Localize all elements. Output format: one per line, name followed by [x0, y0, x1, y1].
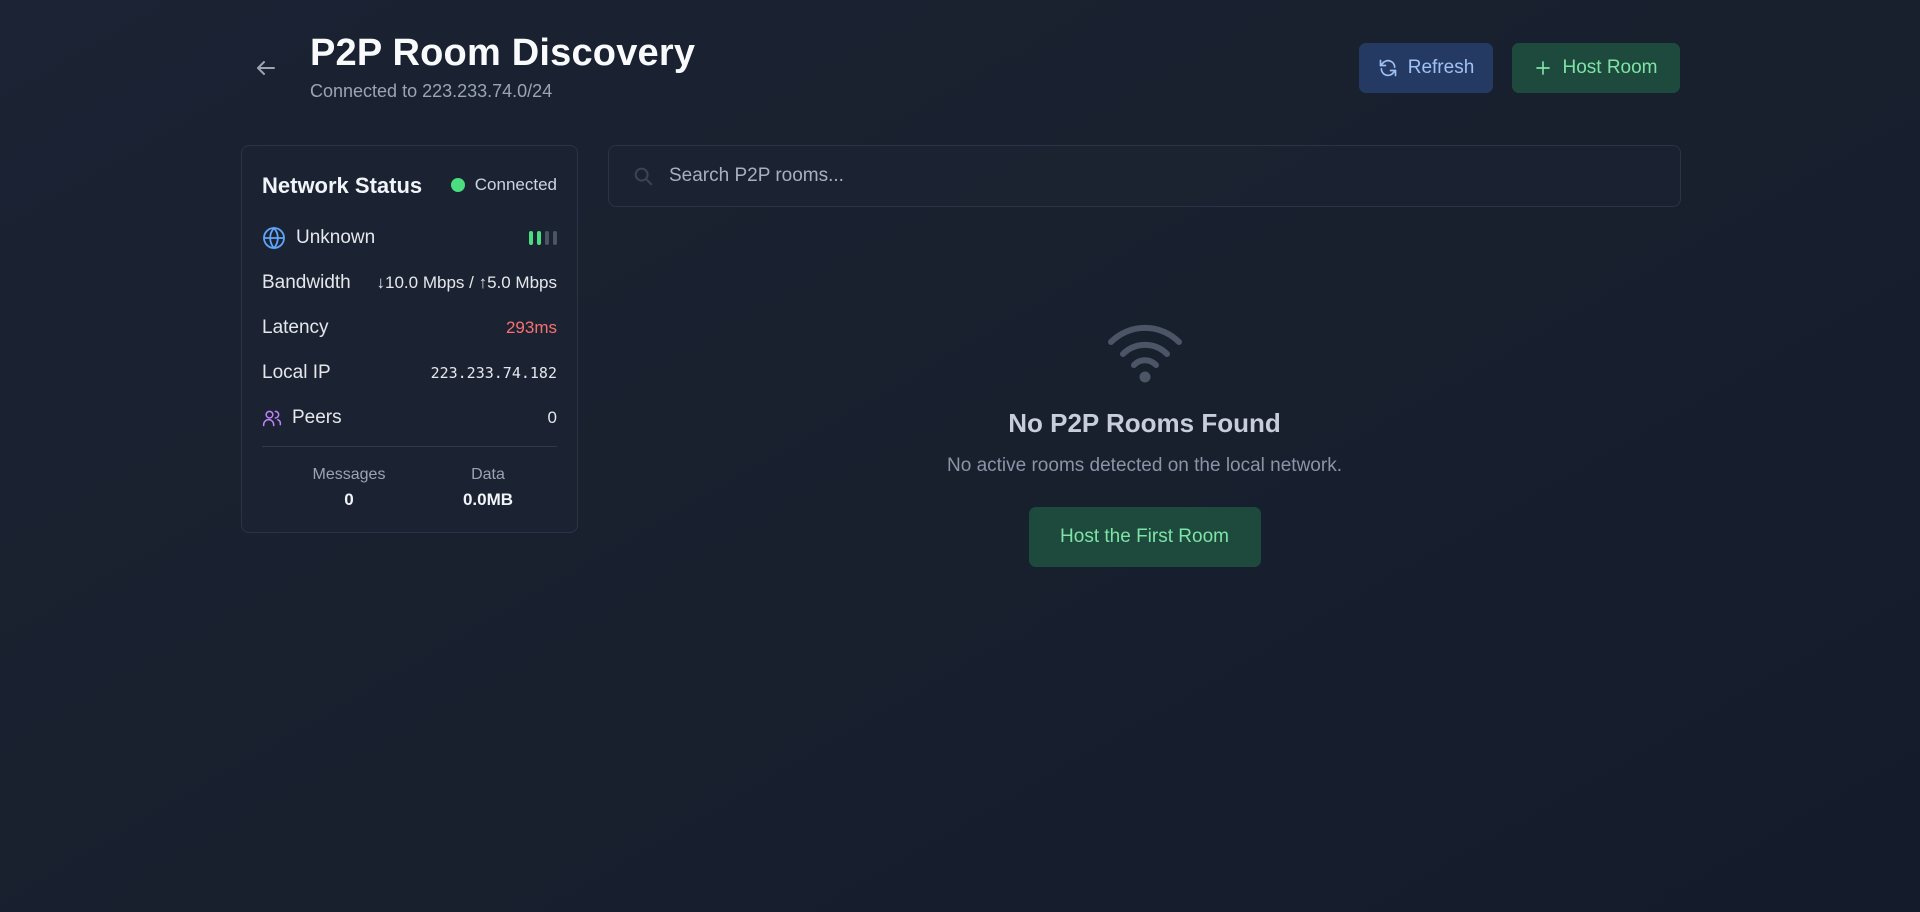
empty-state-title: No P2P Rooms Found [1008, 408, 1281, 438]
messages-label: Messages [312, 466, 386, 483]
network-type: Unknown [296, 227, 376, 248]
refresh-button-label: Refresh [1407, 57, 1475, 78]
back-button[interactable] [246, 50, 286, 86]
host-room-button-label: Host Room [1562, 57, 1658, 78]
search-icon [629, 162, 657, 190]
signal-bar [529, 231, 533, 245]
search-input[interactable] [669, 165, 1680, 187]
card-divider [262, 446, 557, 447]
refresh-button[interactable]: Refresh [1359, 43, 1493, 93]
signal-bar [537, 231, 541, 245]
bandwidth-row: Bandwidth ↓10.0 Mbps / ↑5.0 Mbps [262, 268, 557, 298]
bandwidth-value: ↓10.0 Mbps / ↑5.0 Mbps [376, 273, 557, 292]
network-status-card: Network Status Connected Unknown Bandwid… [241, 145, 578, 533]
page-subtitle: Connected to 223.233.74.0/24 [310, 81, 553, 101]
bandwidth-label: Bandwidth [262, 272, 351, 293]
messages-stat: Messages 0 [289, 466, 409, 510]
network-type-row: Unknown [262, 223, 557, 253]
data-value: 0.0MB [462, 490, 514, 509]
local-ip-value: 223.233.74.182 [430, 364, 557, 382]
globe-icon [263, 226, 285, 250]
network-status-title: Network Status [262, 173, 423, 198]
status-text: Connected [474, 175, 557, 194]
host-room-button[interactable]: Host Room [1512, 43, 1680, 93]
peers-label: Peers [292, 407, 342, 428]
latency-row: Latency 293ms [262, 313, 557, 343]
wifi-icon [1107, 324, 1182, 383]
empty-state-description: No active rooms detected on the local ne… [947, 455, 1342, 476]
messages-value: 0 [344, 490, 354, 509]
p2p-discovery-page: P2P Room Discovery Connected to 223.233.… [240, 0, 1682, 912]
local-ip-label: Local IP [262, 362, 331, 383]
status-dot [450, 178, 465, 192]
latency-value: 293ms [505, 318, 557, 337]
data-stat: Data 0.0MB [428, 466, 548, 510]
host-first-room-button[interactable]: Host the First Room [1028, 507, 1261, 567]
empty-state: No P2P Rooms Found No active rooms detec… [608, 320, 1681, 567]
latency-label: Latency [262, 317, 329, 338]
peers-value: 0 [547, 408, 557, 427]
local-ip-row: Local IP 223.233.74.182 [262, 358, 557, 388]
arrow-left-icon [257, 61, 275, 75]
signal-strength-bars [529, 231, 557, 245]
users-icon [262, 410, 282, 427]
data-label: Data [471, 466, 505, 483]
connection-status: Connected [450, 175, 557, 195]
peers-row: Peers 0 [262, 403, 557, 433]
plus-icon [1536, 61, 1551, 75]
page-title: P2P Room Discovery [310, 32, 696, 74]
signal-bar [553, 231, 557, 245]
search-bar [608, 145, 1681, 207]
signal-bar [545, 231, 549, 245]
refresh-icon [1379, 59, 1397, 77]
